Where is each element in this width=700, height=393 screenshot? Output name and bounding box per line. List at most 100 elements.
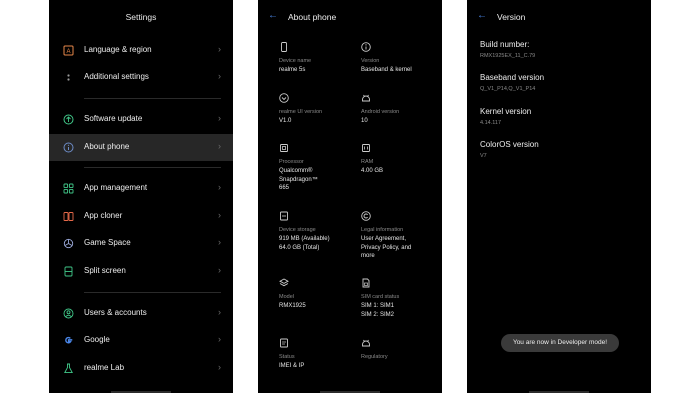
about-cell-value: V1.0 — [279, 118, 292, 124]
about-cell-label: Model — [279, 294, 294, 300]
coloros-version-value: V7 — [480, 153, 487, 159]
settings-item-label: realme Lab — [84, 363, 125, 372]
chevron-right-icon: › — [218, 334, 221, 344]
update-icon — [63, 114, 74, 125]
baseband-version-label: Baseband version — [480, 73, 545, 82]
chevron-right-icon: › — [218, 141, 221, 151]
chevron-right-icon: › — [218, 362, 221, 372]
about-cell-value: 4.00 GB — [361, 168, 384, 174]
chip-icon — [280, 144, 288, 152]
settings-item-label: Google — [84, 335, 110, 344]
page-title: Version — [497, 12, 526, 22]
baseband-version-value: Q_V1_P14,Q_V1_P14 — [480, 86, 536, 92]
settings-item-label: App cloner — [84, 211, 123, 220]
settings-item-label: Software update — [84, 114, 143, 123]
settings-item-additional-settings[interactable]: Additional settings › — [49, 64, 233, 91]
divider — [84, 98, 221, 99]
kernel-version-label: Kernel version — [480, 107, 532, 116]
settings-item-label: About phone — [84, 142, 130, 151]
game-space-icon — [63, 238, 74, 249]
kernel-version-value: 4.14.117 — [480, 120, 502, 126]
about-cell-label: Legal information — [361, 227, 404, 233]
storage-icon — [280, 211, 288, 221]
dots-icon — [67, 74, 70, 81]
divider — [84, 167, 221, 168]
realme-ui-icon — [279, 93, 289, 103]
status-icon — [280, 338, 288, 348]
build-number-value[interactable]: RMX1925EX_11_C.79 — [480, 53, 535, 59]
settings-title: Settings — [125, 12, 157, 22]
sim-card-icon — [362, 278, 370, 288]
phone-icon — [281, 42, 287, 52]
ram-icon — [362, 144, 370, 152]
about-cell-label: realme UI version — [279, 109, 323, 115]
about-cell-value: SIM 1: SIM1 SIM 2: SIM2 — [361, 303, 395, 318]
settings-item-label: App management — [84, 183, 148, 192]
settings-item-app-management[interactable]: App management › — [49, 175, 233, 202]
about-cell-label: Processor — [279, 159, 304, 165]
chevron-right-icon: › — [218, 210, 221, 220]
about-cell-value: IMEI & IP — [279, 363, 305, 369]
user-icon — [63, 308, 74, 319]
chevron-right-icon: › — [218, 265, 221, 275]
about-cell-label: SIM card status — [361, 294, 400, 300]
settings-item-split-screen[interactable]: Split screen › — [49, 258, 233, 285]
copyright-icon — [361, 211, 371, 221]
settings-item-game-space[interactable]: Game Space › — [49, 230, 233, 257]
chevron-right-icon: › — [218, 113, 221, 123]
developer-mode-toast: You are now in Developer mode! — [501, 334, 619, 352]
back-arrow-icon[interactable]: ← — [268, 10, 278, 21]
page-title: About phone — [288, 12, 337, 22]
settings-screen: Settings A Language & region › Additiona… — [49, 0, 233, 393]
chevron-right-icon: › — [218, 307, 221, 317]
about-cell-value: RMX1925 — [279, 303, 306, 309]
settings-item-language-region[interactable]: A Language & region › — [49, 37, 233, 64]
regulatory-icon — [362, 339, 370, 347]
settings-item-label: Split screen — [84, 266, 126, 275]
info-icon — [63, 142, 74, 153]
split-screen-icon — [64, 266, 73, 277]
android-icon — [362, 94, 370, 102]
settings-item-software-update[interactable]: Software update › — [49, 106, 233, 133]
chevron-right-icon: › — [218, 182, 221, 192]
about-phone-screen: ← About phone Device name realme 5s Vers… — [258, 0, 442, 393]
about-cell-label: Device name — [279, 58, 312, 64]
settings-item-label: Game Space — [84, 238, 131, 247]
about-cell-value: Baseband & kernel — [361, 67, 412, 73]
about-cell-label: Device storage — [279, 227, 316, 233]
settings-item-label: Language & region — [84, 45, 152, 54]
flask-icon — [64, 363, 73, 374]
about-cell-label: Android version — [361, 109, 400, 115]
cloner-icon — [63, 212, 74, 221]
apps-grid-icon — [63, 183, 74, 194]
about-cell-label: Regulatory — [361, 354, 388, 360]
back-arrow-icon[interactable]: ← — [477, 10, 487, 21]
info-icon — [361, 42, 371, 52]
about-cell-value: User Agreement, Privacy Policy, and more — [361, 236, 412, 259]
settings-item-about-phone[interactable]: About phone › — [49, 134, 233, 161]
about-cell-value: 919 MB (Available) 64.0 GB (Total) — [279, 236, 330, 251]
about-cell-label: Version — [361, 58, 380, 64]
about-cell-value: Qualcomm® Snapdragon™ 665 — [279, 168, 318, 191]
about-cell-value: 10 — [361, 118, 368, 124]
settings-item-google[interactable]: Google › — [49, 327, 233, 354]
chevron-right-icon: › — [218, 71, 221, 81]
settings-item-label: Users & accounts — [84, 308, 147, 317]
version-screen: ← Version Build number: RMX1925EX_11_C.7… — [467, 0, 651, 393]
about-cell-label: Status — [279, 354, 295, 360]
settings-item-users-accounts[interactable]: Users & accounts › — [49, 300, 233, 327]
settings-item-app-cloner[interactable]: App cloner › — [49, 203, 233, 230]
settings-item-label: Additional settings — [84, 72, 149, 81]
layers-icon — [279, 278, 289, 287]
chevron-right-icon: › — [218, 237, 221, 247]
svg-text:A: A — [66, 49, 70, 55]
google-icon — [65, 336, 73, 344]
divider — [84, 292, 221, 293]
language-icon: A — [63, 45, 74, 56]
about-cell-label: RAM — [361, 159, 374, 165]
settings-item-realme-lab[interactable]: realme Lab › — [49, 355, 233, 382]
coloros-version-label: ColorOS version — [480, 140, 539, 149]
build-number-label: Build number: — [480, 40, 530, 49]
chevron-right-icon: › — [218, 44, 221, 54]
about-cell-value: realme 5s — [279, 67, 306, 73]
